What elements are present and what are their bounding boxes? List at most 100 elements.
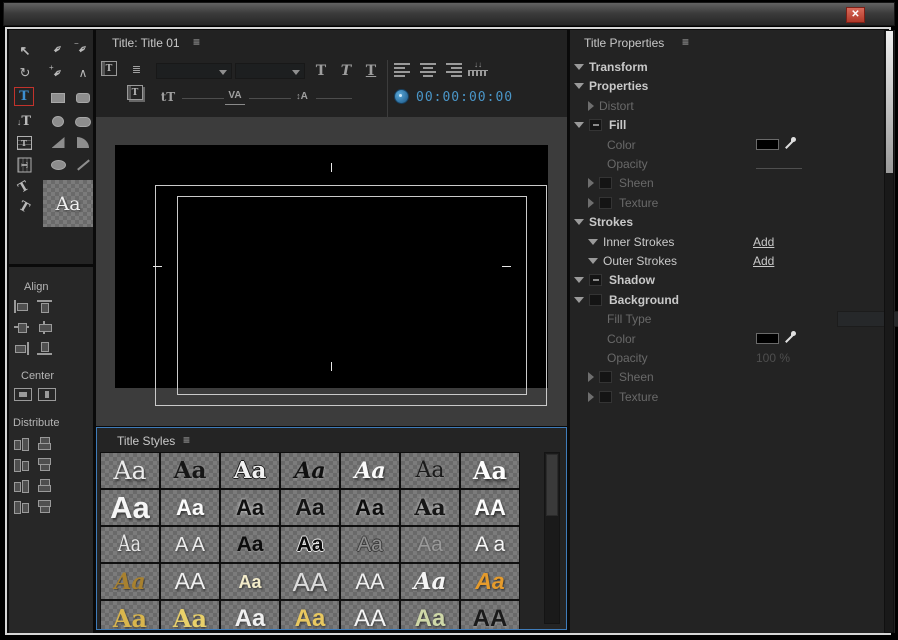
style-swatch[interactable]: Aa xyxy=(100,526,160,563)
bg-color-color-swatch[interactable] xyxy=(756,333,779,344)
background-checkbox[interactable] xyxy=(589,294,602,306)
rotation-tool[interactable]: ↻ xyxy=(15,63,35,82)
align-vertical-center-button[interactable] xyxy=(37,321,52,334)
style-swatch[interactable]: Aa xyxy=(100,600,160,630)
expand-arrow-icon[interactable] xyxy=(588,198,594,208)
font-size-slider[interactable] xyxy=(182,98,224,99)
styles-scrollbar[interactable] xyxy=(544,452,560,624)
style-swatch[interactable]: Aa xyxy=(220,452,280,489)
fill-opacity-value-underline[interactable] xyxy=(756,168,802,169)
style-swatch[interactable]: Aa xyxy=(280,452,340,489)
style-swatch[interactable]: Aa xyxy=(220,563,280,600)
ellipse-tool[interactable] xyxy=(48,155,68,174)
style-swatch[interactable]: Aa xyxy=(160,452,220,489)
distribute-horizontal-even-button[interactable] xyxy=(14,500,29,513)
distribute-vertical-bottom-button[interactable] xyxy=(37,479,52,492)
rounded-rectangle-tool[interactable] xyxy=(73,112,93,131)
style-swatch[interactable]: Aa xyxy=(400,526,460,563)
expand-arrow-icon[interactable] xyxy=(588,178,594,188)
collapse-arrow-icon[interactable] xyxy=(588,258,598,264)
style-swatch[interactable]: Aa xyxy=(340,452,400,489)
collapse-arrow-icon[interactable] xyxy=(574,219,584,225)
align-text-left-button[interactable] xyxy=(394,63,410,77)
type-tool[interactable]: T xyxy=(14,87,34,106)
font-style-select[interactable] xyxy=(235,63,305,79)
align-horizontal-right-button[interactable] xyxy=(14,342,29,355)
line-tool[interactable] xyxy=(73,155,93,174)
style-swatch[interactable]: Aa xyxy=(340,489,400,526)
collapse-arrow-icon[interactable] xyxy=(574,297,584,303)
kerning-slider[interactable] xyxy=(249,98,291,99)
fill-color-color-swatch[interactable] xyxy=(756,139,779,150)
collapse-arrow-icon[interactable] xyxy=(574,83,584,89)
collapse-arrow-icon[interactable] xyxy=(574,64,584,70)
style-swatch[interactable]: AA xyxy=(460,600,520,630)
center-vertical-button[interactable] xyxy=(14,388,32,401)
style-swatch[interactable]: Aa xyxy=(160,489,220,526)
center-horizontal-button[interactable] xyxy=(38,388,56,401)
style-swatch[interactable]: A A xyxy=(160,526,220,563)
style-swatch[interactable]: Aa xyxy=(280,489,340,526)
expand-arrow-icon[interactable] xyxy=(588,392,594,402)
vertical-area-type-tool[interactable]: T xyxy=(14,155,34,174)
expand-arrow-icon[interactable] xyxy=(588,372,594,382)
eyedropper-icon[interactable] xyxy=(783,137,797,151)
collapse-arrow-icon[interactable] xyxy=(574,122,584,128)
style-swatch[interactable]: Aa xyxy=(100,489,160,526)
wedge-tool[interactable] xyxy=(48,133,68,152)
pen-tool[interactable]: ✒ xyxy=(48,39,68,58)
style-swatch[interactable]: Aa xyxy=(160,600,220,630)
style-swatch[interactable]: Aa xyxy=(280,600,340,630)
styles-scrollbar-thumb[interactable] xyxy=(546,454,558,516)
vertical-path-type-tool[interactable]: T xyxy=(14,198,34,217)
style-swatch[interactable]: Aa xyxy=(220,526,280,563)
timecode-display[interactable]: 00:00:00:00 xyxy=(416,90,513,105)
font-size-control[interactable]: tT xyxy=(158,88,178,106)
distribute-horizontal-right-button[interactable] xyxy=(14,479,29,492)
show-background-video-button[interactable] xyxy=(394,89,409,104)
fill-checkbox[interactable] xyxy=(589,119,602,131)
roll-crawl-options-button[interactable]: ≣ xyxy=(127,61,145,77)
styles-panel-menu-icon[interactable]: ≡ xyxy=(183,433,190,447)
align-vertical-top-button[interactable] xyxy=(37,300,52,313)
templates-button[interactable]: T xyxy=(127,85,143,100)
align-horizontal-center-button[interactable] xyxy=(14,321,29,334)
style-swatch[interactable]: Aa xyxy=(400,600,460,630)
distribute-vertical-even-button[interactable] xyxy=(37,500,52,513)
style-swatch[interactable]: Aa xyxy=(220,489,280,526)
title-panel-menu-icon[interactable]: ≡ xyxy=(193,35,200,49)
add-anchor-point-tool[interactable]: ✒+ xyxy=(48,63,68,82)
bold-button[interactable]: T xyxy=(312,62,330,80)
properties-scrollbar[interactable] xyxy=(884,30,894,633)
rectangle-tool[interactable] xyxy=(48,88,68,107)
style-swatch[interactable]: A a xyxy=(460,526,520,563)
font-preview-swatch[interactable]: Aa xyxy=(43,180,93,227)
leading-slider[interactable] xyxy=(316,98,352,99)
italic-button[interactable]: T xyxy=(337,62,355,80)
expand-arrow-icon[interactable] xyxy=(588,101,594,111)
tab-stops-button[interactable]: ↓↓ xyxy=(468,61,488,76)
align-horizontal-left-button[interactable] xyxy=(14,300,29,313)
style-swatch[interactable]: Aa xyxy=(400,489,460,526)
fill-sheen-checkbox[interactable] xyxy=(599,177,612,189)
path-type-tool[interactable]: T xyxy=(14,178,34,197)
style-swatch[interactable]: Aa xyxy=(100,563,160,600)
fill-texture-checkbox[interactable] xyxy=(599,197,612,209)
style-swatch[interactable]: AA xyxy=(280,563,340,600)
align-vertical-bottom-button[interactable] xyxy=(37,342,52,355)
leading-control[interactable]: ↕A xyxy=(292,87,312,105)
kerning-control[interactable]: VA xyxy=(225,87,245,105)
eyedropper-icon[interactable] xyxy=(783,331,797,345)
bg-texture-checkbox[interactable] xyxy=(599,391,612,403)
font-family-select[interactable] xyxy=(156,63,232,79)
outer-strokes-add-link[interactable]: Add xyxy=(753,254,774,268)
properties-panel-menu-icon[interactable]: ≡ xyxy=(682,35,689,49)
inner-strokes-add-link[interactable]: Add xyxy=(753,235,774,249)
clipped-corner-rectangle-tool[interactable] xyxy=(48,112,68,131)
vertical-type-tool[interactable]: ↓T xyxy=(14,112,34,131)
properties-scrollbar-thumb[interactable] xyxy=(886,31,893,173)
style-swatch[interactable]: Aa xyxy=(460,452,520,489)
style-swatch[interactable]: AA xyxy=(460,489,520,526)
shadow-checkbox[interactable] xyxy=(589,274,602,286)
window-titlebar[interactable]: ✕ xyxy=(3,2,895,26)
